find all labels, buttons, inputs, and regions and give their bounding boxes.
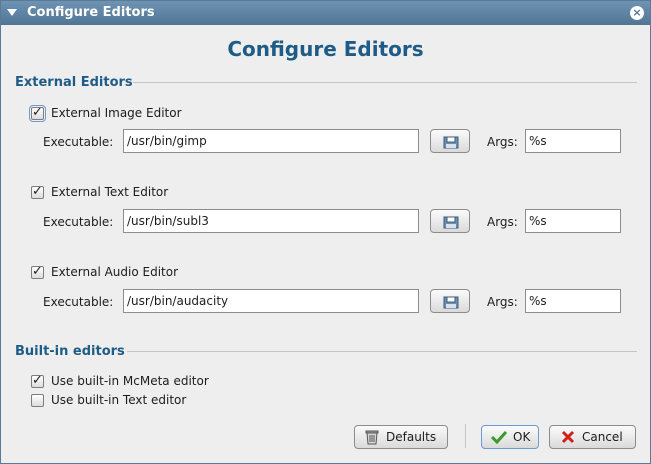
text-args-input[interactable] xyxy=(525,209,621,233)
button-separator xyxy=(465,424,466,448)
external-image-editor-label: External Image Editor xyxy=(51,106,182,120)
defaults-button-label: Defaults xyxy=(386,430,437,444)
image-executable-input[interactable] xyxy=(123,129,419,153)
cancel-button-label: Cancel xyxy=(582,430,623,444)
folder-icon xyxy=(443,296,459,309)
external-text-editor-checkbox[interactable]: ✓ xyxy=(31,184,44,199)
image-browse-button[interactable] xyxy=(430,129,470,153)
title-bar: Configure Editors × xyxy=(1,1,650,25)
external-image-editor-checkbox[interactable]: ✓ xyxy=(29,105,46,122)
close-icon[interactable]: × xyxy=(630,6,644,20)
args-label: Args: xyxy=(487,215,518,229)
ok-button[interactable]: OK xyxy=(481,425,539,449)
ok-button-label: OK xyxy=(513,430,531,444)
section-divider xyxy=(127,351,637,352)
window-title: Configure Editors xyxy=(27,5,155,20)
trash-icon xyxy=(365,430,379,445)
builtin-mcmeta-checkbox[interactable]: ✓ xyxy=(31,373,44,388)
external-audio-editor-label: External Audio Editor xyxy=(51,265,179,279)
external-editors-section-label: External Editors xyxy=(15,75,133,90)
executable-label: Executable: xyxy=(43,295,114,309)
image-args-input[interactable] xyxy=(525,129,621,153)
args-label: Args: xyxy=(487,295,518,309)
window-menu-icon[interactable] xyxy=(7,9,17,16)
builtin-text-label: Use built-in Text editor xyxy=(51,393,187,407)
builtin-editors-section-label: Built-in editors xyxy=(15,344,125,359)
external-audio-editor-checkbox[interactable]: ✓ xyxy=(31,264,44,279)
x-icon xyxy=(561,430,575,444)
external-text-editor-label: External Text Editor xyxy=(51,185,169,199)
executable-label: Executable: xyxy=(43,215,114,229)
dialog-heading: Configure Editors xyxy=(227,37,424,61)
text-browse-button[interactable] xyxy=(430,209,470,233)
audio-args-input[interactable] xyxy=(525,289,621,313)
audio-browse-button[interactable] xyxy=(430,289,470,313)
defaults-button[interactable]: Defaults xyxy=(354,425,448,449)
cancel-button[interactable]: Cancel xyxy=(549,425,636,449)
args-label: Args: xyxy=(487,135,518,149)
checkmark-icon xyxy=(491,430,507,444)
folder-icon xyxy=(443,216,459,229)
builtin-text-checkbox[interactable] xyxy=(31,394,44,407)
configure-editors-dialog: Configure Editors × Configure Editors Ex… xyxy=(0,0,651,464)
text-executable-input[interactable] xyxy=(123,209,419,233)
builtin-mcmeta-label: Use built-in McMeta editor xyxy=(51,374,209,388)
audio-executable-input[interactable] xyxy=(123,289,419,313)
executable-label: Executable: xyxy=(43,135,114,149)
folder-icon xyxy=(443,136,459,149)
section-divider xyxy=(133,82,637,83)
